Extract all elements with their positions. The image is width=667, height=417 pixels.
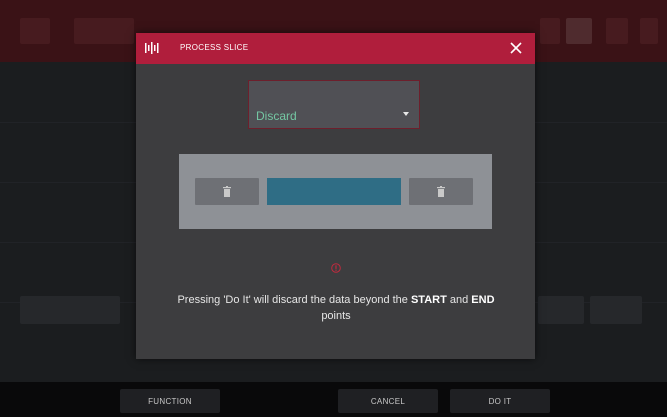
chevron-down-icon: [403, 112, 409, 116]
message-text: points: [321, 310, 351, 322]
slice-preview: [179, 154, 492, 229]
message-text: and: [446, 294, 472, 306]
function-button[interactable]: FUNCTION: [120, 389, 220, 413]
close-icon[interactable]: [508, 40, 524, 56]
delete-start-button[interactable]: [195, 178, 259, 205]
do-it-button[interactable]: DO IT: [450, 389, 550, 413]
process-mode-value: Discard: [256, 109, 297, 123]
dialog-header: PROCESS SLICE: [136, 33, 535, 64]
warning-icon: [331, 263, 341, 273]
waveform-icon: [145, 42, 159, 54]
cancel-button[interactable]: CANCEL: [338, 389, 438, 413]
process-slice-dialog: PROCESS SLICE Discard Pressing 'Do It' w…: [136, 33, 535, 359]
delete-end-button[interactable]: [409, 178, 473, 205]
message-text: Pressing 'Do It' will discard the data b…: [177, 294, 411, 306]
message-start-label: START: [410, 294, 447, 306]
process-mode-select[interactable]: Discard: [248, 80, 420, 129]
warning-message: Pressing 'Do It' will discard the data b…: [176, 292, 496, 324]
dialog-title: PROCESS SLICE: [180, 43, 249, 52]
trash-icon: [437, 186, 445, 197]
slice-region: [267, 178, 401, 205]
trash-icon: [223, 186, 231, 197]
message-end-label: END: [471, 294, 495, 306]
